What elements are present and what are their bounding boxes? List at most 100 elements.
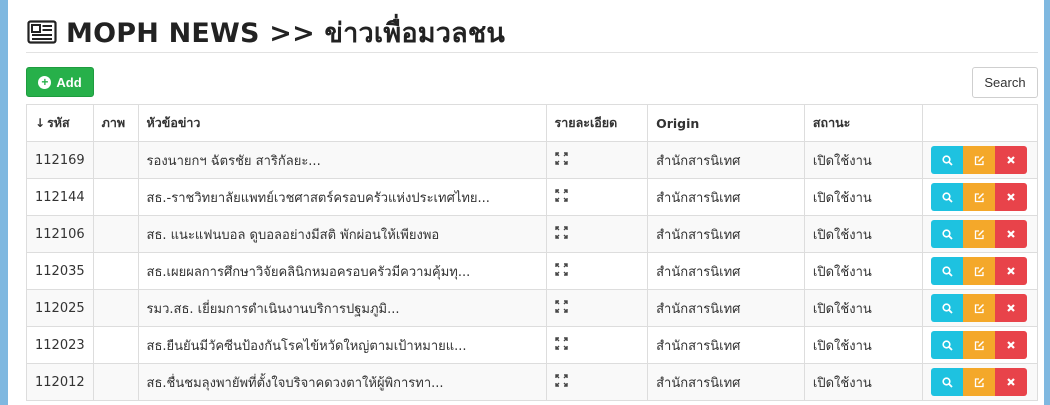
cell-title: สธ.ชื่นชมลุงพายัพที่ตั้งใจบริจาคดวงตาให้… [137,363,547,401]
add-button[interactable]: + Add [26,67,94,97]
edit-button[interactable] [963,331,996,359]
cell-origin: สำนักสารนิเทศ [647,178,805,216]
edit-button[interactable] [963,183,996,211]
sort-indicator: ↓ [35,116,46,130]
search-icon [941,302,953,314]
edit-icon [974,192,984,202]
expand-icon[interactable] [554,336,568,353]
search-icon [941,154,953,166]
delete-button[interactable] [995,183,1028,211]
close-icon [1007,341,1015,349]
cell-status: เปิดใช้งาน [803,178,924,216]
edit-icon [974,340,984,350]
edit-button[interactable] [963,368,996,396]
cell-id: 112023 [26,326,94,364]
cell-origin: สำนักสารนิเทศ [647,141,805,179]
cell-actions [922,252,1038,290]
cell-origin: สำนักสารนิเทศ [647,215,805,253]
delete-button[interactable] [995,331,1028,359]
window-right-border [1044,0,1050,405]
column-header-actions [922,104,1038,142]
cell-id: 112035 [26,252,94,290]
edit-icon [974,303,984,313]
delete-button[interactable] [995,368,1028,396]
window-left-border [0,0,8,405]
cell-origin: สำนักสารนิเทศ [647,289,805,327]
cell-status: เปิดใช้งาน [803,326,924,364]
table-header-row: ↓ รหัส ภาพ หัวข้อข่าว รายละเอียด Origin ส… [26,104,1038,142]
view-button[interactable] [931,146,964,174]
header-divider [26,52,1038,53]
cell-id: 112144 [26,178,94,216]
column-header-title: หัวข้อข่าว [137,104,547,142]
cell-image [92,289,139,327]
cell-actions [922,141,1038,179]
close-icon [1007,267,1015,275]
cell-detail [545,363,649,401]
view-button[interactable] [931,183,964,211]
view-button[interactable] [931,294,964,322]
view-button[interactable] [931,331,964,359]
table-row: 112023 สธ.ยืนยันมีวัคซีนป้องกันโรคไข้หวั… [26,326,1038,364]
edit-icon [974,266,984,276]
edit-button[interactable] [963,257,996,285]
cell-status: เปิดใช้งาน [803,363,924,401]
view-button[interactable] [931,368,964,396]
cell-origin: สำนักสารนิเทศ [647,363,805,401]
edit-button[interactable] [963,220,996,248]
column-header-status: สถานะ [803,104,924,142]
cell-status: เปิดใช้งาน [803,252,924,290]
news-table: ↓ รหัส ภาพ หัวข้อข่าว รายละเอียด Origin ส… [26,104,1038,401]
cell-actions [922,363,1038,401]
cell-detail [545,326,649,364]
delete-button[interactable] [995,146,1028,174]
cell-image [92,252,139,290]
page-header: MOPH NEWS >> ข่าวเพื่อมวลชน [26,12,505,52]
plus-circle-icon: + [38,75,52,89]
cell-image [92,363,139,401]
expand-icon[interactable] [554,299,568,316]
table-row: 112035 สธ.เผยผลการศึกษาวิจัยคลินิกหมอครอ… [26,252,1038,290]
cell-status: เปิดใช้งาน [803,289,924,327]
search-button[interactable]: Search [972,67,1038,98]
cell-title: สธ.ยืนยันมีวัคซีนป้องกันโรคไข้หวัดใหญ่ตา… [137,326,547,364]
expand-icon[interactable] [554,151,568,168]
cell-detail [545,289,649,327]
view-button[interactable] [931,220,964,248]
cell-title: สธ.-ราชวิทยาลัยแพทย์เวชศาสตร์ครอบครัวแห่… [137,178,547,216]
cell-status: เปิดใช้งาน [803,141,924,179]
close-icon [1007,378,1015,386]
column-header-origin: Origin [647,104,805,142]
expand-icon[interactable] [554,262,568,279]
cell-detail [545,252,649,290]
delete-button[interactable] [995,294,1028,322]
column-header-detail: รายละเอียด [545,104,649,142]
cell-image [92,178,139,216]
table-row: 112025 รมว.สธ. เยี่ยมการดำเนินงานบริการป… [26,289,1038,327]
column-header-id[interactable]: ↓ รหัส [26,104,94,142]
expand-icon[interactable] [554,373,568,390]
expand-icon[interactable] [554,188,568,205]
cell-image [92,141,139,179]
edit-button[interactable] [963,146,996,174]
cell-id: 112025 [26,289,94,327]
edit-button[interactable] [963,294,996,322]
delete-button[interactable] [995,220,1028,248]
expand-icon[interactable] [554,225,568,242]
cell-actions [922,326,1038,364]
search-icon [941,265,953,277]
cell-title: รมว.สธ. เยี่ยมการดำเนินงานบริการปฐมภูมิ.… [137,289,547,327]
view-button[interactable] [931,257,964,285]
page-title: MOPH NEWS >> ข่าวเพื่อมวลชน [66,17,506,49]
cell-id: 112106 [26,215,94,253]
cell-id: 112012 [26,363,94,401]
delete-button[interactable] [995,257,1028,285]
cell-image [92,215,139,253]
edit-icon [974,229,984,239]
cell-image [92,326,139,364]
search-icon [941,191,953,203]
search-icon [941,339,953,351]
cell-status: เปิดใช้งาน [803,215,924,253]
cell-origin: สำนักสารนิเทศ [647,326,805,364]
close-icon [1007,193,1015,201]
